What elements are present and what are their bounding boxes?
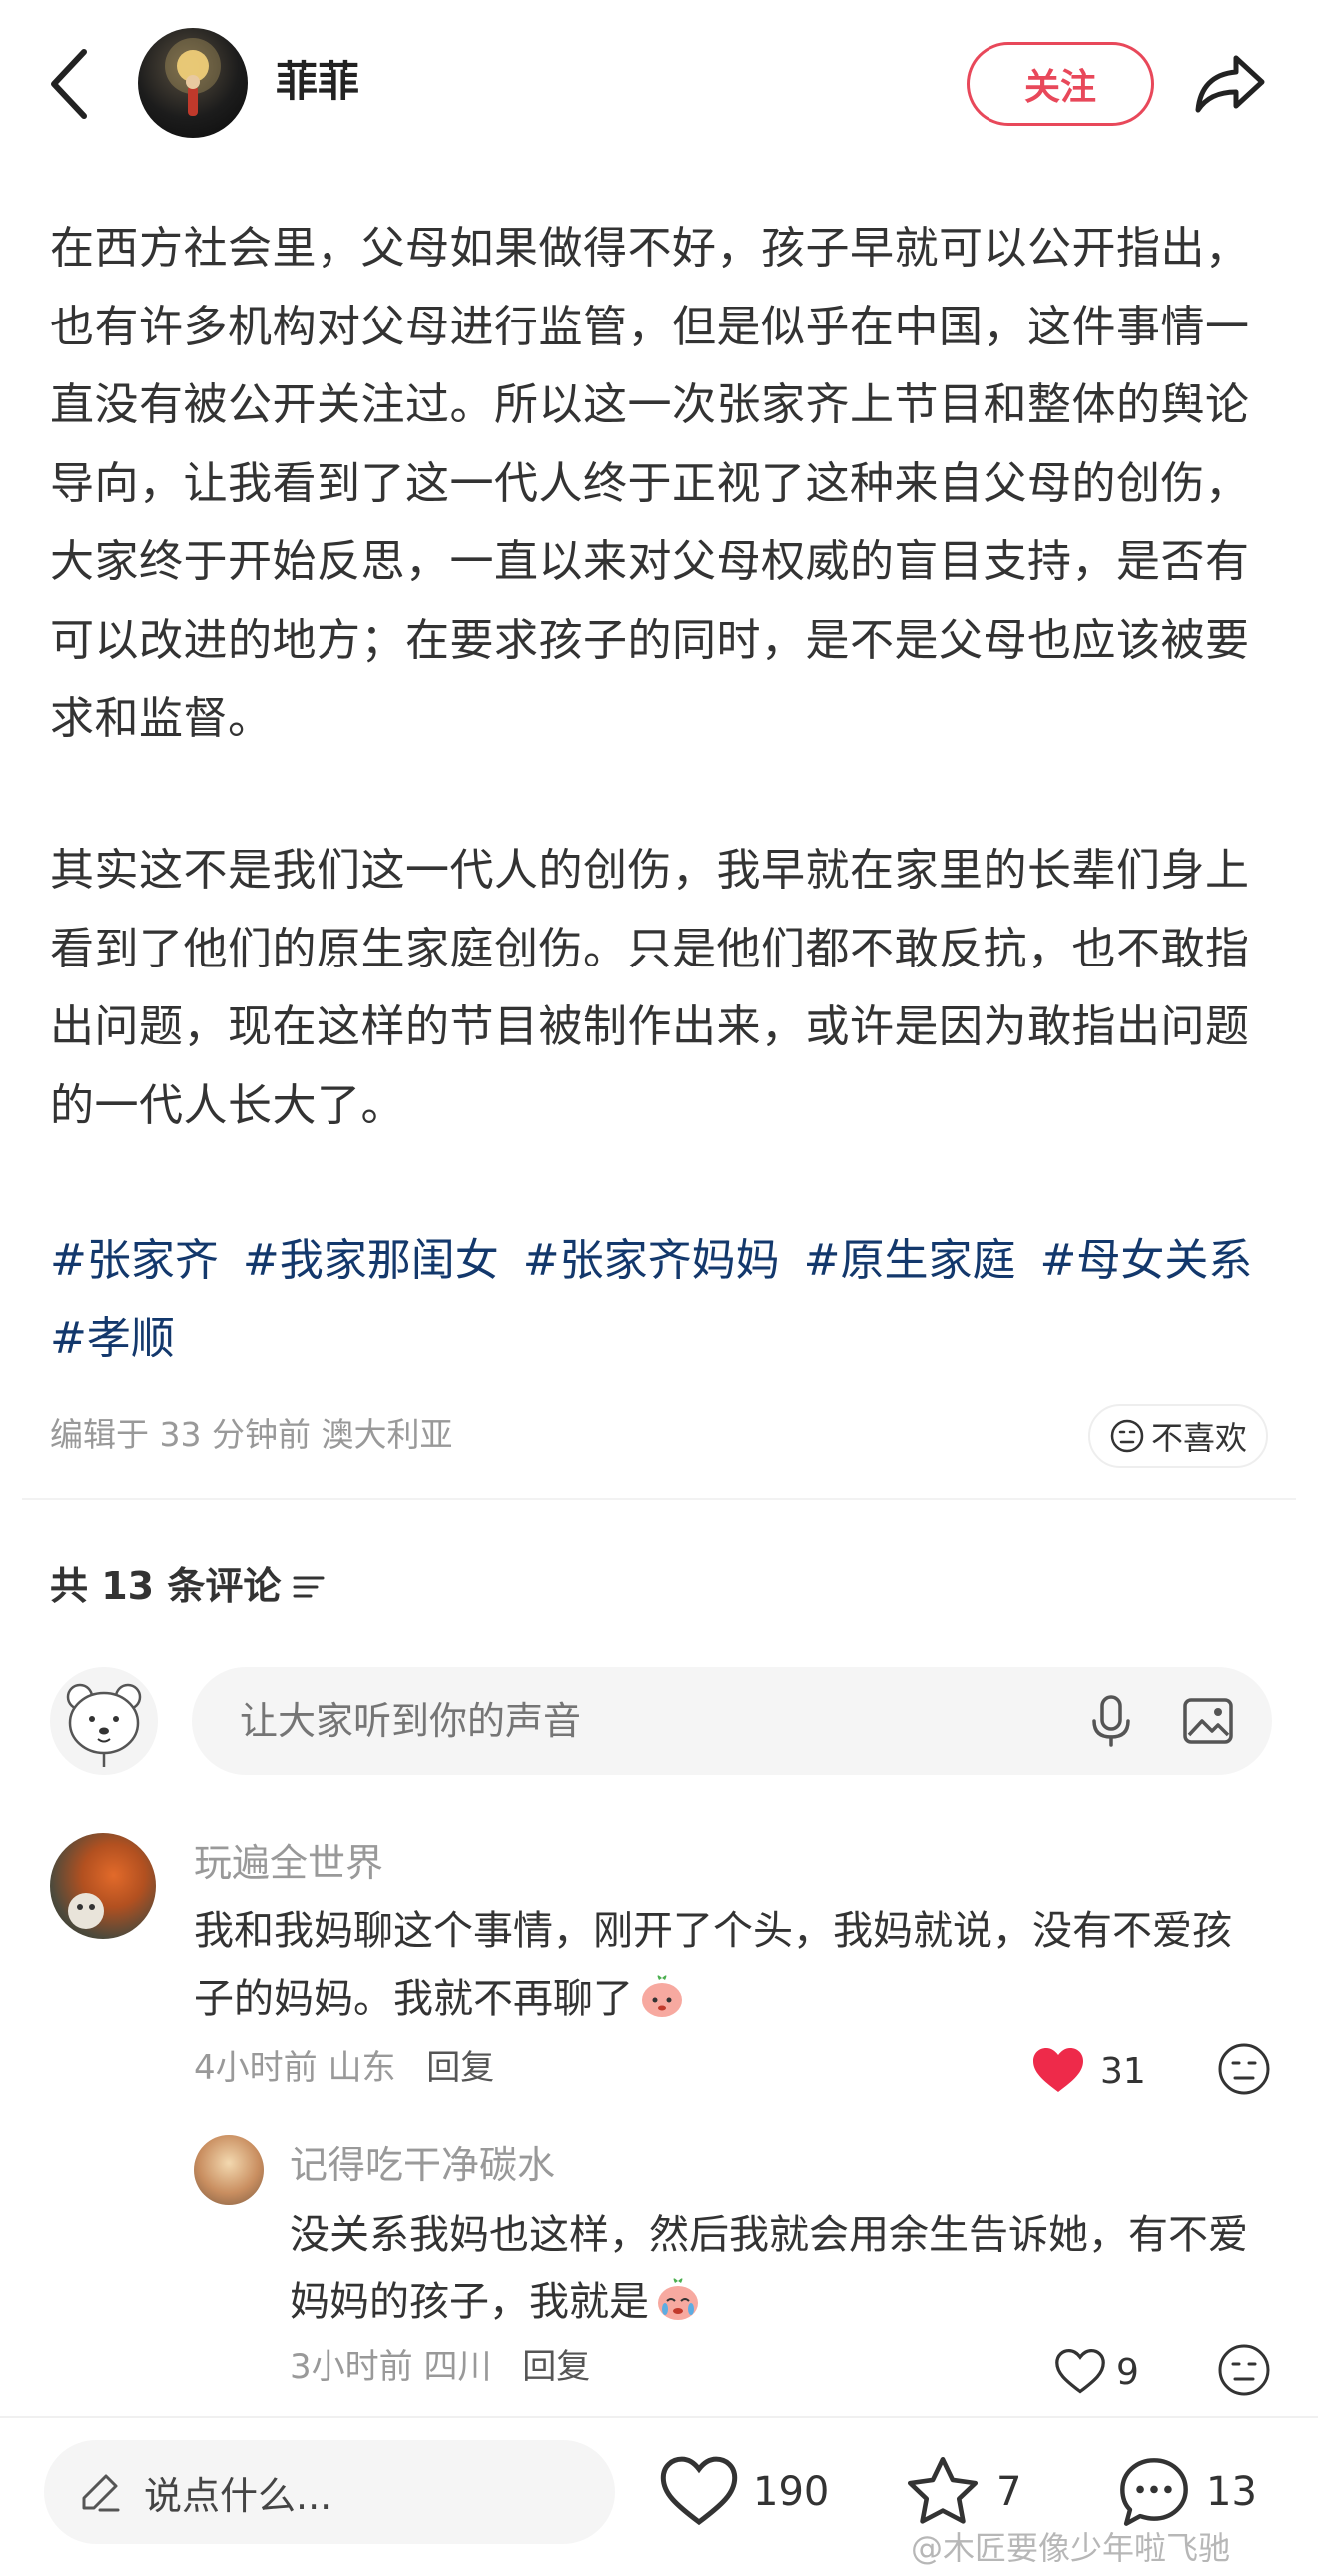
post-comment-button[interactable]: 13 — [1116, 2450, 1257, 2534]
dislike-button[interactable]: 不喜欢 — [1088, 1404, 1268, 1468]
comment-time: 4小时前 — [194, 2048, 318, 2088]
comment-meta: 3小时前 四川 回复 — [290, 2342, 590, 2392]
post-like-count: 190 — [753, 2469, 830, 2515]
comment-text: 没关系我妈也这样，然后我就会用余生告诉她，有不爱妈妈的孩子，我就是 — [290, 2201, 1268, 2336]
hashtag-link[interactable]: #张家齐 — [50, 1235, 219, 1286]
heart-outline-icon — [660, 2456, 738, 2526]
heart-outline-icon — [1055, 2349, 1105, 2394]
commenter-avatar[interactable] — [50, 1833, 156, 1939]
peach-face-emoji-icon — [642, 1975, 682, 2017]
post-like-button[interactable]: 190 — [659, 2450, 829, 2534]
sort-filter-icon[interactable] — [289, 1566, 329, 1606]
post-favorite-count: 7 — [996, 2469, 1022, 2515]
comment-like-count: 31 — [1100, 2050, 1146, 2092]
watermark: @木匠要像少年啦飞驰 — [911, 2526, 1230, 2570]
comment-text: 我和我妈聊这个事情，刚开了个头，我妈就说，没有不爱孩子的妈妈。我就不再聊了 — [194, 1897, 1252, 2033]
post-paragraph: 在西方社会里，父母如果做得不好，孩子早就可以公开指出，也有许多机构对父母进行监管… — [50, 223, 1250, 744]
commenter-avatar[interactable] — [194, 2135, 264, 2205]
comment-text-content: 我和我妈聊这个事情，刚开了个头，我妈就说，没有不爱孩子的妈妈。我就不再聊了 — [194, 1908, 1232, 2022]
my-avatar — [50, 1667, 158, 1775]
post-comment-count: 13 — [1206, 2469, 1257, 2515]
dislike-label: 不喜欢 — [1150, 1419, 1247, 1457]
comment-meta: 4小时前 山东 回复 — [194, 2043, 494, 2093]
reply-button[interactable]: 回复 — [522, 2347, 590, 2387]
post-paragraph: 其实这不是我们这一代人的创伤，我早就在家里的长辈们身上看到了他们的原生家庭创伤。… — [50, 845, 1250, 1131]
hashtag-link[interactable]: #原生家庭 — [804, 1235, 1016, 1286]
comment-count-label: 共 13 条评论 — [50, 1564, 282, 1608]
dislike-face-icon[interactable] — [1216, 2342, 1272, 2398]
comment-count-header: 共 13 条评论 — [50, 1558, 329, 1613]
neutral-face-icon — [1110, 1419, 1144, 1453]
comment-like-count: 9 — [1116, 2351, 1139, 2393]
hashtag-link[interactable]: #张家齐妈妈 — [523, 1235, 780, 1286]
commenter-name[interactable]: 记得吃干净碳水 — [290, 2137, 555, 2193]
heart-filled-icon — [1033, 2048, 1083, 2092]
dislike-face-icon[interactable] — [1216, 2041, 1272, 2097]
author-avatar[interactable] — [138, 28, 248, 138]
comment-text-content: 没关系我妈也这样，然后我就会用余生告诉她，有不爱妈妈的孩子，我就是 — [290, 2212, 1248, 2325]
comment-bubble-icon — [1120, 2458, 1188, 2526]
say-something-input[interactable]: 说点什么... — [44, 2440, 615, 2544]
edit-info: 编辑于 33 分钟前 澳大利亚 — [50, 1415, 453, 1454]
image-icon[interactable] — [1180, 1693, 1236, 1749]
pencil-icon — [82, 2474, 120, 2512]
commenter-name[interactable]: 玩遍全世界 — [194, 1835, 383, 1891]
back-arrow-icon[interactable] — [40, 44, 100, 124]
say-something-placeholder: 说点什么... — [144, 2473, 332, 2518]
microphone-icon[interactable] — [1086, 1693, 1136, 1749]
reply-button[interactable]: 回复 — [426, 2048, 494, 2088]
crying-peach-emoji-icon — [658, 2278, 698, 2320]
avatar-photo — [68, 1893, 104, 1929]
comment-like-button[interactable]: 9 — [1054, 2344, 1139, 2400]
divider — [22, 1498, 1296, 1500]
comment-time: 3小时前 — [290, 2347, 413, 2387]
follow-button[interactable]: 关注 — [967, 42, 1154, 126]
hashtag-list: #张家齐 #我家那闺女 #张家齐妈妈 #原生家庭 #母女关系 #孝顺 — [50, 1222, 1278, 1378]
share-icon[interactable] — [1190, 48, 1270, 118]
hashtag-link[interactable]: #孝顺 — [50, 1313, 175, 1364]
bear-avatar-icon — [66, 1683, 142, 1767]
hashtag-link[interactable]: #我家那闺女 — [243, 1235, 499, 1286]
author-name[interactable]: 菲菲 — [276, 52, 359, 112]
comment-like-button[interactable]: 31 — [1030, 2043, 1146, 2099]
post-favorite-button[interactable]: 7 — [903, 2450, 1021, 2534]
bottom-bar-divider — [0, 2416, 1318, 2418]
author-avatar-image — [165, 38, 221, 116]
comment-location: 山东 — [328, 2048, 396, 2088]
comment-location: 四川 — [423, 2347, 492, 2387]
star-outline-icon — [907, 2456, 979, 2524]
hashtag-link[interactable]: #母女关系 — [1040, 1235, 1253, 1286]
watermark-text: @木匠要像少年啦飞驰 — [911, 2529, 1231, 2567]
